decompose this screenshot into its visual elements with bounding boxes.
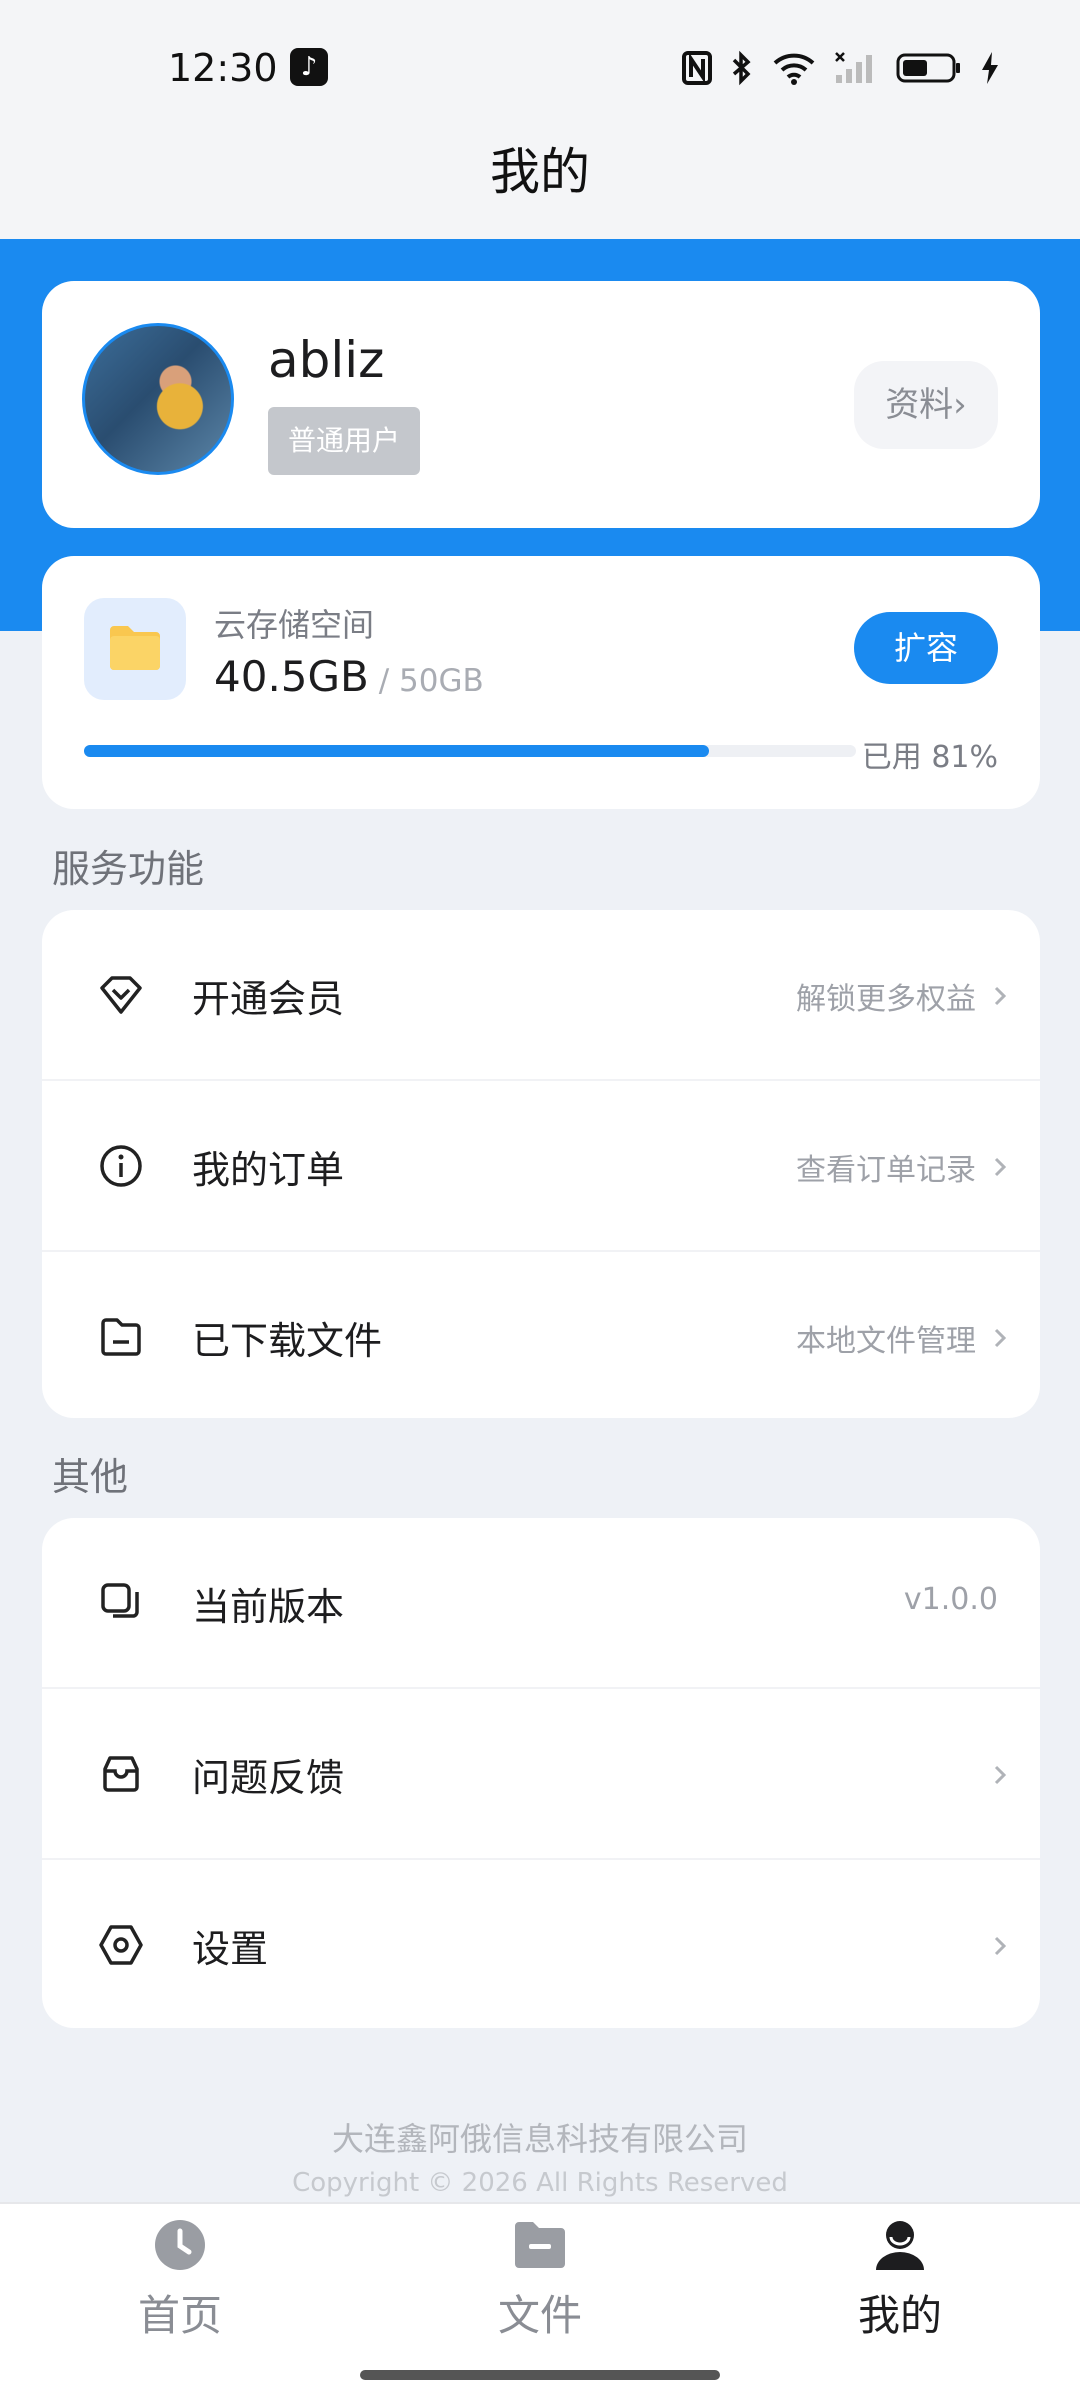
info-icon xyxy=(100,1145,142,1187)
tab-home[interactable]: 首页 xyxy=(80,2218,280,2343)
footer-company: 大连鑫阿俄信息科技有限公司 xyxy=(331,2120,748,2158)
settings-icon xyxy=(99,1925,143,1965)
chevron-right-icon xyxy=(994,1765,1007,1785)
status-time: 12:30 xyxy=(168,46,278,90)
menu-item-version[interactable]: 当前版本 v1.0.0 xyxy=(42,1518,1040,1689)
folder-icon xyxy=(84,598,186,700)
tab-label: 我的 xyxy=(857,2291,942,2340)
menu-item-label: 问题反馈 xyxy=(192,1756,345,1800)
menu-item-membership[interactable]: 开通会员 解锁更多权益 xyxy=(42,910,1040,1081)
home-indicator xyxy=(360,2370,720,2380)
nfc-icon xyxy=(682,51,712,85)
app-version: v1.0.0 xyxy=(903,1582,998,1617)
layers-icon xyxy=(101,1583,139,1618)
storage-card: 云存储空间 40.5GB / 50GB 扩容 已用 81% xyxy=(42,556,1040,809)
diamond-icon xyxy=(100,976,142,1014)
folder-minus-icon xyxy=(101,1318,141,1356)
menu-item-label: 开通会员 xyxy=(192,977,345,1021)
menu-item-label: 设置 xyxy=(192,1927,269,1971)
tab-mine[interactable]: 我的 xyxy=(800,2218,1000,2343)
page-title: 我的 xyxy=(490,143,590,201)
folder-icon xyxy=(515,2222,565,2268)
footer-copyright: Copyright © 2026 All Rights Reserved xyxy=(292,2168,788,2198)
person-icon xyxy=(876,2221,924,2270)
storage-used-percent: 已用 81% xyxy=(861,740,998,775)
battery-icon xyxy=(896,53,960,83)
menu-item-label: 已下载文件 xyxy=(192,1319,383,1363)
chevron-right-icon xyxy=(994,1157,1007,1177)
chevron-right-icon xyxy=(994,1936,1007,1956)
page-header: 我的 xyxy=(0,134,1080,239)
menu-item-label: 当前版本 xyxy=(192,1585,345,1629)
chevron-right-icon xyxy=(994,986,1007,1006)
menu-item-feedback[interactable]: 问题反馈 xyxy=(42,1689,1040,1860)
storage-used-value: 40.5GB xyxy=(214,652,369,701)
menu-item-label: 我的订单 xyxy=(192,1148,345,1192)
menu-item-downloads[interactable]: 已下载文件 本地文件管理 xyxy=(42,1252,1040,1418)
user-level-badge: 普通用户 xyxy=(268,407,421,475)
storage-label: 云存储空间 xyxy=(214,606,375,644)
menu-item-orders[interactable]: 我的订单 查看订单记录 xyxy=(42,1081,1040,1252)
services-menu: 开通会员 解锁更多权益 我的订单 查看订单记录 已下载文件 本地文件管理 xyxy=(42,910,1040,1418)
services-section-title: 服务功能 xyxy=(52,847,205,891)
avatar[interactable] xyxy=(82,323,234,475)
tab-label: 首页 xyxy=(137,2291,222,2340)
profile-details-button[interactable]: 资料› xyxy=(854,361,998,449)
storage-usage: 40.5GB / 50GB xyxy=(214,652,484,701)
menu-item-hint: 解锁更多权益 xyxy=(796,982,976,1017)
menu-item-settings[interactable]: 设置 xyxy=(42,1860,1040,2028)
wifi-icon xyxy=(773,53,815,85)
username: abliz xyxy=(268,331,385,389)
tab-files[interactable]: 文件 xyxy=(440,2218,640,2343)
storage-progress-bar xyxy=(84,745,856,757)
status-icons xyxy=(682,48,1000,88)
clock-icon xyxy=(155,2220,205,2270)
charging-icon xyxy=(982,52,998,84)
tab-label: 文件 xyxy=(497,2291,582,2340)
inbox-icon xyxy=(103,1756,139,1792)
expand-storage-button[interactable]: 扩容 xyxy=(854,612,998,684)
menu-item-hint: 查看订单记录 xyxy=(796,1153,976,1188)
storage-total-value: / 50GB xyxy=(368,663,484,699)
other-menu: 当前版本 v1.0.0 问题反馈 设置 xyxy=(42,1518,1040,2028)
menu-item-hint: 本地文件管理 xyxy=(796,1324,976,1359)
other-section-title: 其他 xyxy=(52,1455,129,1499)
signal-icon xyxy=(835,52,872,83)
tiktok-notification-icon: ♪ xyxy=(290,48,328,86)
status-bar: 12:30 ♪ xyxy=(0,0,1080,134)
chevron-right-icon xyxy=(994,1328,1007,1348)
storage-progress-fill xyxy=(84,745,710,757)
profile-card: abliz 普通用户 资料› xyxy=(42,281,1040,528)
bluetooth-icon xyxy=(732,50,751,86)
